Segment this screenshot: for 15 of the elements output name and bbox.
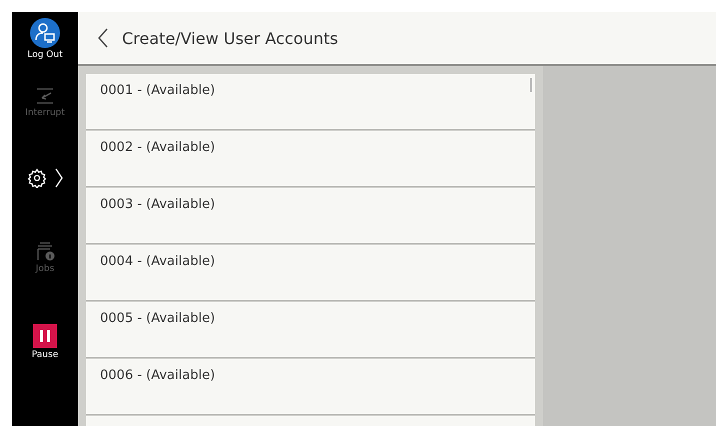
- pause-button[interactable]: Pause: [12, 324, 78, 384]
- account-row[interactable]: 0005 - (Available): [86, 302, 535, 358]
- pause-icon: [33, 324, 57, 348]
- account-row[interactable]: 0001 - (Available): [86, 74, 535, 130]
- log-out-button[interactable]: Log Out: [12, 18, 78, 84]
- scrollbar: [530, 78, 532, 92]
- account-row[interactable]: 0003 - (Available): [86, 188, 535, 244]
- back-icon[interactable]: [98, 28, 108, 48]
- account-row[interactable]: 0004 - (Available): [86, 245, 535, 301]
- account-row[interactable]: 0006 - (Available): [86, 359, 535, 415]
- chevron-right-icon: [55, 168, 63, 188]
- user-icon: [30, 18, 60, 48]
- gear-icon: [27, 168, 47, 188]
- account-row[interactable]: 0002 - (Available): [86, 131, 535, 187]
- page-title: Create/View User Accounts: [122, 28, 338, 48]
